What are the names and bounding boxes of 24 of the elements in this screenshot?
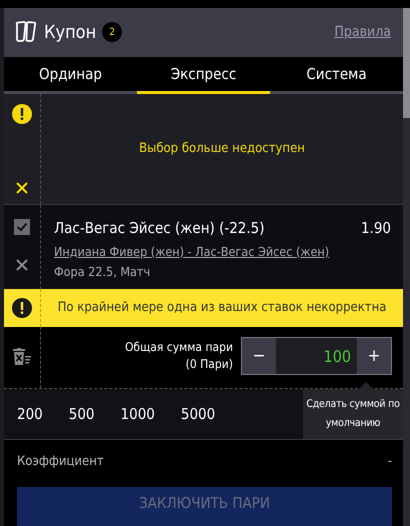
quick-amount-button[interactable]: 500 (68, 404, 95, 423)
bet-selection: Лас-Вегас Эйсес (жен) (-22.5) (54, 218, 265, 237)
warning-icon (12, 104, 32, 124)
coupon-title: Купон (44, 22, 96, 43)
match-link[interactable]: Индиана Фивер (жен) - Лас-Вегас Эйсес (жен) (54, 244, 330, 259)
warning-message: По крайней мере одна из ваших ставок некорректна (58, 300, 386, 316)
scrollbar-thumb[interactable] (403, 8, 410, 118)
count-badge: 2 (102, 22, 122, 42)
quick-amount-button[interactable]: 1000 (120, 404, 155, 423)
coefficient-value: - (388, 454, 392, 472)
tooltip-pointer (359, 382, 373, 389)
close-icon[interactable] (16, 258, 28, 271)
coupon-icon (14, 21, 38, 44)
warning-icon (12, 298, 32, 318)
stake-label: Общая сумма пари (0 Пари) (124, 339, 233, 374)
quick-amount-button[interactable]: 200 (17, 404, 43, 423)
bet-market: Фора 22.5, Матч (54, 264, 152, 279)
checkbox[interactable] (14, 218, 30, 235)
bet-odds: 1.90 (360, 218, 391, 237)
unavailable-message: Выбор больше недоступен (139, 141, 305, 156)
coefficient-label: Коэффициент (17, 454, 104, 472)
quick-amount-button[interactable]: 5000 (180, 404, 216, 423)
rules-link[interactable]: Правила (334, 24, 391, 40)
clear-bets-icon[interactable] (12, 348, 32, 366)
